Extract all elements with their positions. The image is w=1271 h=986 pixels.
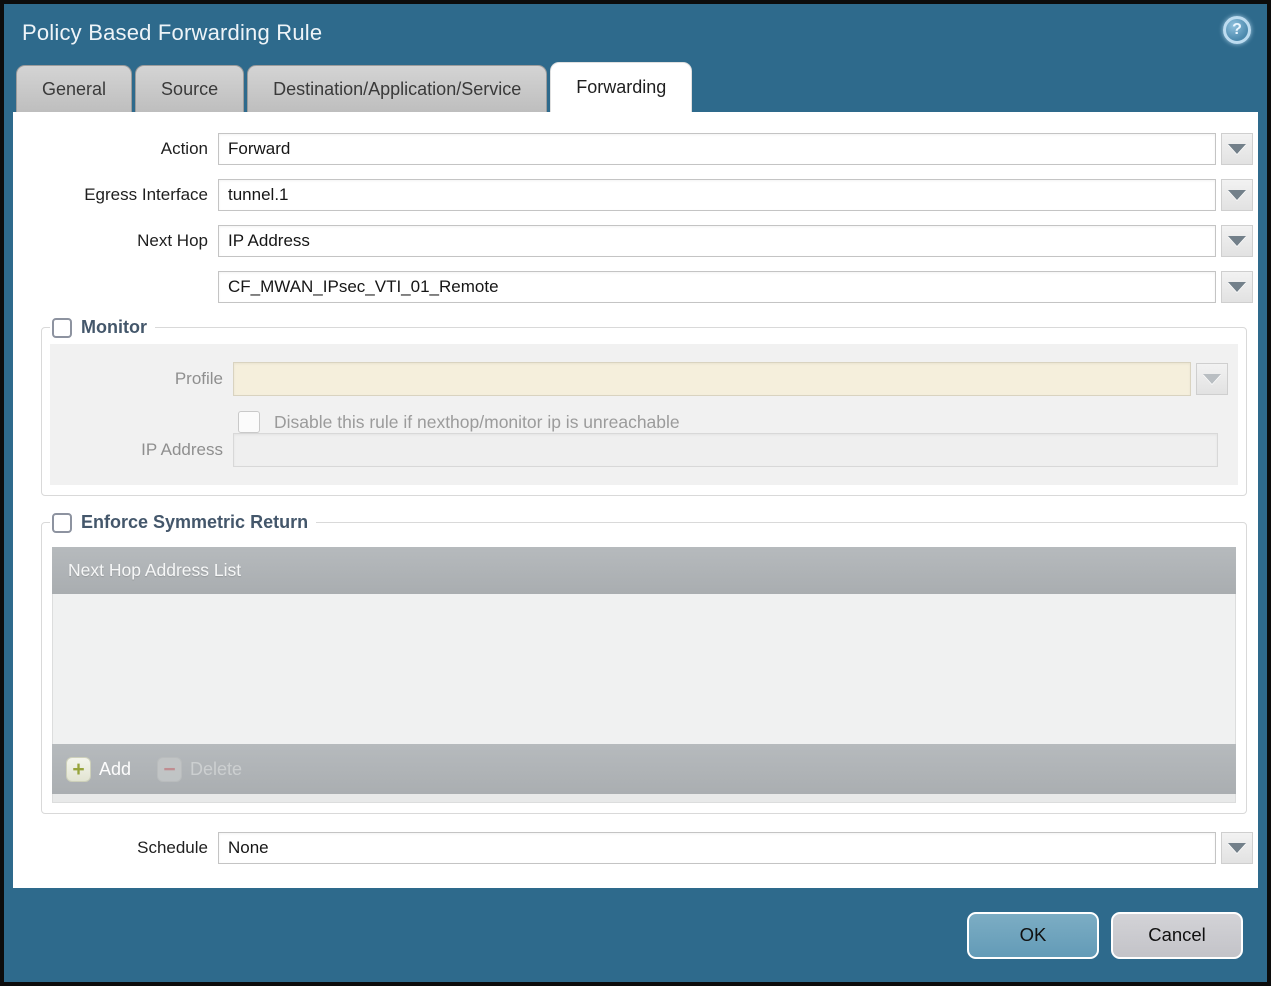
egress-interface-select[interactable]: tunnel.1 — [218, 179, 1216, 211]
schedule-label: Schedule — [137, 838, 208, 857]
chevron-down-icon — [1228, 236, 1246, 246]
delete-button: − Delete — [157, 756, 243, 782]
profile-dropdown-button — [1196, 363, 1228, 395]
next-hop-label: Next Hop — [137, 231, 208, 250]
tab-forwarding[interactable]: Forwarding — [550, 62, 693, 112]
monitor-panel: Profile Disable this rule if nexthop/mon… — [50, 344, 1238, 485]
enforce-title: Enforce Symmetric Return — [81, 512, 309, 532]
monitor-ip-address-row: IP Address — [50, 433, 1228, 467]
chevron-down-icon — [1228, 144, 1246, 154]
action-dropdown-button[interactable] — [1221, 133, 1253, 165]
monitor-legend: Monitor — [50, 317, 155, 338]
profile-select — [233, 362, 1191, 396]
enforce-legend: Enforce Symmetric Return — [50, 512, 316, 533]
table-bottom-strip — [52, 794, 1236, 803]
schedule-row: Schedule None — [13, 832, 1253, 864]
help-icon[interactable]: ? — [1223, 16, 1251, 44]
minus-icon: − — [157, 756, 183, 782]
table-footer: + Add − Delete — [52, 744, 1236, 794]
disable-rule-row: Disable this rule if nexthop/monitor ip … — [50, 411, 1228, 433]
next-hop-row: Next Hop IP Address — [13, 225, 1253, 257]
enforce-symmetric-return-fieldset: Enforce Symmetric Return Next Hop Addres… — [41, 512, 1247, 814]
help-glyph: ? — [1232, 21, 1242, 38]
profile-label: Profile — [174, 369, 223, 388]
next-hop-address-row: CF_MWAN_IPsec_VTI_01_Remote — [13, 271, 1253, 303]
egress-interface-row: Egress Interface tunnel.1 — [13, 179, 1253, 211]
chevron-down-icon — [1228, 843, 1246, 853]
table-body-empty[interactable] — [52, 594, 1236, 744]
profile-row: Profile — [50, 362, 1228, 396]
table-header: Next Hop Address List — [52, 547, 1236, 594]
next-hop-address-dropdown-button[interactable] — [1221, 271, 1253, 303]
egress-interface-dropdown-button[interactable] — [1221, 179, 1253, 211]
chevron-down-icon — [1203, 374, 1221, 384]
tab-bar: General Source Destination/Application/S… — [4, 62, 1267, 112]
next-hop-address-list-column-header: Next Hop Address List — [68, 560, 242, 580]
delete-button-label: Delete — [190, 758, 243, 779]
next-hop-address-select[interactable]: CF_MWAN_IPsec_VTI_01_Remote — [218, 271, 1216, 303]
egress-interface-label: Egress Interface — [84, 185, 208, 204]
add-button[interactable]: + Add — [66, 756, 132, 782]
plus-icon: + — [66, 756, 91, 782]
dialog-title: Policy Based Forwarding Rule — [22, 20, 323, 45]
monitor-ip-address-label: IP Address — [141, 440, 223, 459]
monitor-ip-address-input — [233, 433, 1218, 467]
next-hop-address-table: Next Hop Address List + Add − Delete — [52, 547, 1236, 803]
chevron-down-icon — [1228, 282, 1246, 292]
dialog-titlebar: Policy Based Forwarding Rule ? — [4, 4, 1267, 62]
monitor-title: Monitor — [81, 317, 147, 337]
chevron-down-icon — [1228, 190, 1246, 200]
disable-rule-checkbox — [238, 411, 260, 433]
add-button-label: Add — [99, 758, 132, 779]
action-select[interactable]: Forward — [218, 133, 1216, 165]
schedule-select[interactable]: None — [218, 832, 1216, 864]
next-hop-type-select[interactable]: IP Address — [218, 225, 1216, 257]
action-label: Action — [160, 139, 208, 158]
action-row: Action Forward — [13, 133, 1253, 165]
ok-button[interactable]: OK — [967, 911, 1099, 959]
monitor-checkbox[interactable] — [52, 317, 72, 338]
dialog-footer: OK Cancel — [4, 888, 1267, 982]
tab-destination-application-service[interactable]: Destination/Application/Service — [247, 65, 548, 112]
schedule-dropdown-button[interactable] — [1221, 832, 1253, 864]
forwarding-tab-panel: Action Forward Egress Interface tunnel.1… — [13, 112, 1258, 888]
pbf-rule-dialog: Policy Based Forwarding Rule ? General S… — [0, 0, 1271, 986]
disable-rule-label: Disable this rule if nexthop/monitor ip … — [274, 411, 680, 432]
tab-general[interactable]: General — [16, 65, 133, 112]
next-hop-dropdown-button[interactable] — [1221, 225, 1253, 257]
monitor-fieldset: Monitor Profile Disable this rule if nex… — [41, 317, 1247, 496]
cancel-button[interactable]: Cancel — [1111, 911, 1243, 959]
tab-source[interactable]: Source — [135, 65, 245, 112]
enforce-symmetric-return-checkbox[interactable] — [52, 512, 72, 533]
